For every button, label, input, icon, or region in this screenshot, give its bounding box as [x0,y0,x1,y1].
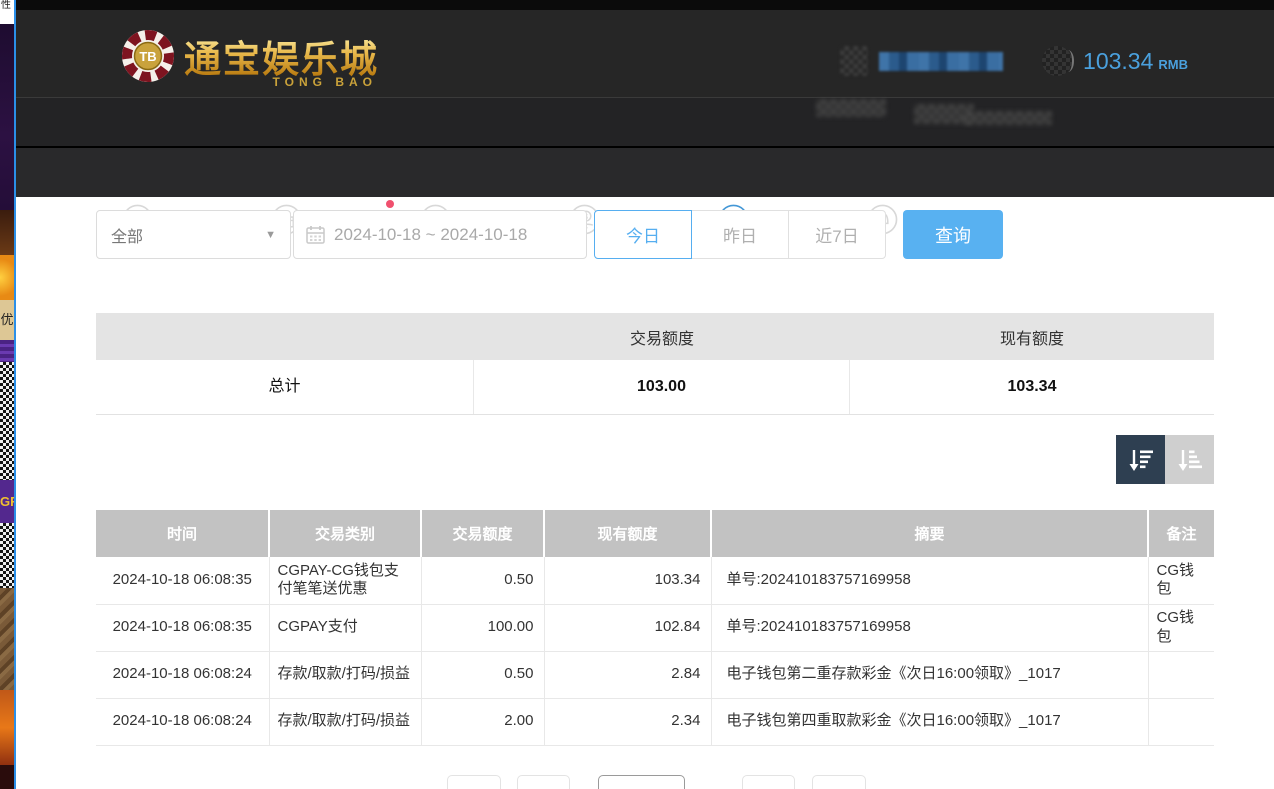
background-page-strip: 性 优 GR [0,0,14,789]
wallet-icon-blurred [1042,46,1072,76]
blur-patch [816,99,886,117]
header-band: TB 通宝娱乐城 TONG BAO 103.34 RMB [16,10,1274,97]
user-area: 103.34 RMB [840,46,1188,76]
bg-gold-segment [0,255,14,300]
table-row: 2024-10-18 06:08:24 存款/取款/打码/损益 0.50 2.8… [96,651,1214,698]
sort-descending-button[interactable] [1116,435,1165,484]
bg-purple-segment [0,24,14,210]
cell-time: 2024-10-18 06:08:35 [96,604,269,651]
cell-balance: 103.34 [544,557,711,604]
header-amount: 交易额度 [421,510,544,557]
cell-type: 存款/取款/打码/损益 [269,698,421,745]
header-summary: 摘要 [711,510,1148,557]
currency-label: RMB [1158,57,1188,72]
bg-banner-text: GR [0,480,14,523]
header-type: 交易类别 [269,510,421,557]
top-black-bar [16,0,1274,10]
bg-wood-segment [0,588,14,690]
header-time: 时间 [96,510,269,557]
quick-date-group: 今日 昨日 近7日 [594,210,886,259]
cell-summary: 电子钱包第四重取款彩金《次日16:00领取》_1017 [711,698,1148,745]
header-note: 备注 [1148,510,1214,557]
sort-ascending-button[interactable] [1165,435,1214,484]
table-header-row: 时间 交易类别 交易额度 现有额度 摘要 备注 [96,510,1214,557]
main-nav: 我的账户 优惠中心 [16,97,1274,146]
transactions-table: 时间 交易类别 交易额度 现有额度 摘要 备注 2024-10-18 06:08… [96,510,1214,746]
last7days-button[interactable]: 近7日 [788,210,886,259]
pagination-next-button[interactable] [742,775,795,789]
cell-balance: 102.84 [544,604,711,651]
cell-amount: 100.00 [421,604,544,651]
cell-note: CG钱包 [1148,604,1214,651]
table-row: 2024-10-18 06:08:35 CGPAY-CG钱包支付笔笔送优惠 0.… [96,557,1214,604]
cell-type: CGPAY-CG钱包支付笔笔送优惠 [269,557,421,604]
header-balance: 现有额度 [544,510,711,557]
today-button[interactable]: 今日 [594,210,692,259]
cell-type: CGPAY支付 [269,604,421,651]
category-select[interactable]: 全部 ▼ [96,210,291,259]
summary-col-transaction: 交易额度 [474,325,850,349]
blur-patch [962,111,1052,125]
pagination-last-button[interactable] [812,775,866,789]
username-blurred [879,52,1003,71]
cell-time: 2024-10-18 06:08:24 [96,651,269,698]
search-button[interactable]: 查询 [903,210,1003,259]
background-text-fragment: 性 [1,0,11,11]
cell-balance: 2.34 [544,698,711,745]
table-row: 2024-10-18 06:08:35 CGPAY支付 100.00 102.8… [96,604,1214,651]
bg-qr-fragment-2 [0,523,14,588]
pagination [16,775,1274,789]
summary-header-row: 交易额度 现有额度 [96,313,1214,360]
promotions-badge [386,200,394,208]
svg-text:TB: TB [139,49,156,64]
sort-controls [1116,435,1214,484]
table-row: 2024-10-18 06:08:24 存款/取款/打码/损益 2.00 2.3… [96,698,1214,745]
subtab-band: 投注记录 往来记录 处理中订单 [16,148,1274,197]
sort-desc-icon [1126,445,1156,475]
cell-time: 2024-10-18 06:08:35 [96,557,269,604]
summary-table: 交易额度 现有额度 总计 103.00 103.34 [96,313,1214,415]
bg-banner-char: 优 [0,300,14,340]
summary-transaction-total: 103.00 [474,360,850,414]
cell-summary: 电子钱包第二重存款彩金《次日16:00领取》_1017 [711,651,1148,698]
cell-amount: 0.50 [421,557,544,604]
date-range-input[interactable]: 2024-10-18 ~ 2024-10-18 [293,210,587,259]
cell-note: CG钱包 [1148,557,1214,604]
cell-type: 存款/取款/打码/损益 [269,651,421,698]
cell-amount: 0.50 [421,651,544,698]
summary-balance-total: 103.34 [850,378,1214,396]
site-logo[interactable]: TB 通宝娱乐城 TONG BAO [120,28,379,84]
bg-chocolate-segment [0,210,14,255]
summary-col-balance: 现有额度 [850,325,1214,349]
site-subtitle: TONG BAO [273,75,377,89]
cell-balance: 2.84 [544,651,711,698]
calendar-icon [306,225,325,244]
app-window: TB 通宝娱乐城 TONG BAO 103.34 RMB [16,0,1274,789]
user-avatar-blurred [840,46,868,76]
cell-summary: 单号:202410183757169958 [711,557,1148,604]
cell-time: 2024-10-18 06:08:24 [96,698,269,745]
chevron-down-icon: ▼ [265,229,276,241]
transactions-body: 2024-10-18 06:08:35 CGPAY-CG钱包支付笔笔送优惠 0.… [96,557,1214,745]
cell-amount: 2.00 [421,698,544,745]
casino-chip-icon: TB [120,28,176,84]
summary-total-row: 总计 103.00 103.34 [96,360,1214,414]
cell-summary: 单号:202410183757169958 [711,604,1148,651]
bg-dark-segment [0,765,14,789]
cell-note [1148,698,1214,745]
cell-note [1148,651,1214,698]
sort-asc-icon [1175,445,1205,475]
pagination-first-button[interactable] [447,775,501,789]
pagination-prev-button[interactable] [517,775,570,789]
balance-amount: 103.34 [1083,48,1153,74]
bg-flame-segment [0,690,14,765]
summary-row-label: 总计 [96,360,474,414]
bg-purple-stripes [0,340,14,362]
pagination-current-button[interactable] [598,775,685,789]
yesterday-button[interactable]: 昨日 [691,210,789,259]
bg-qr-fragment [0,362,14,480]
